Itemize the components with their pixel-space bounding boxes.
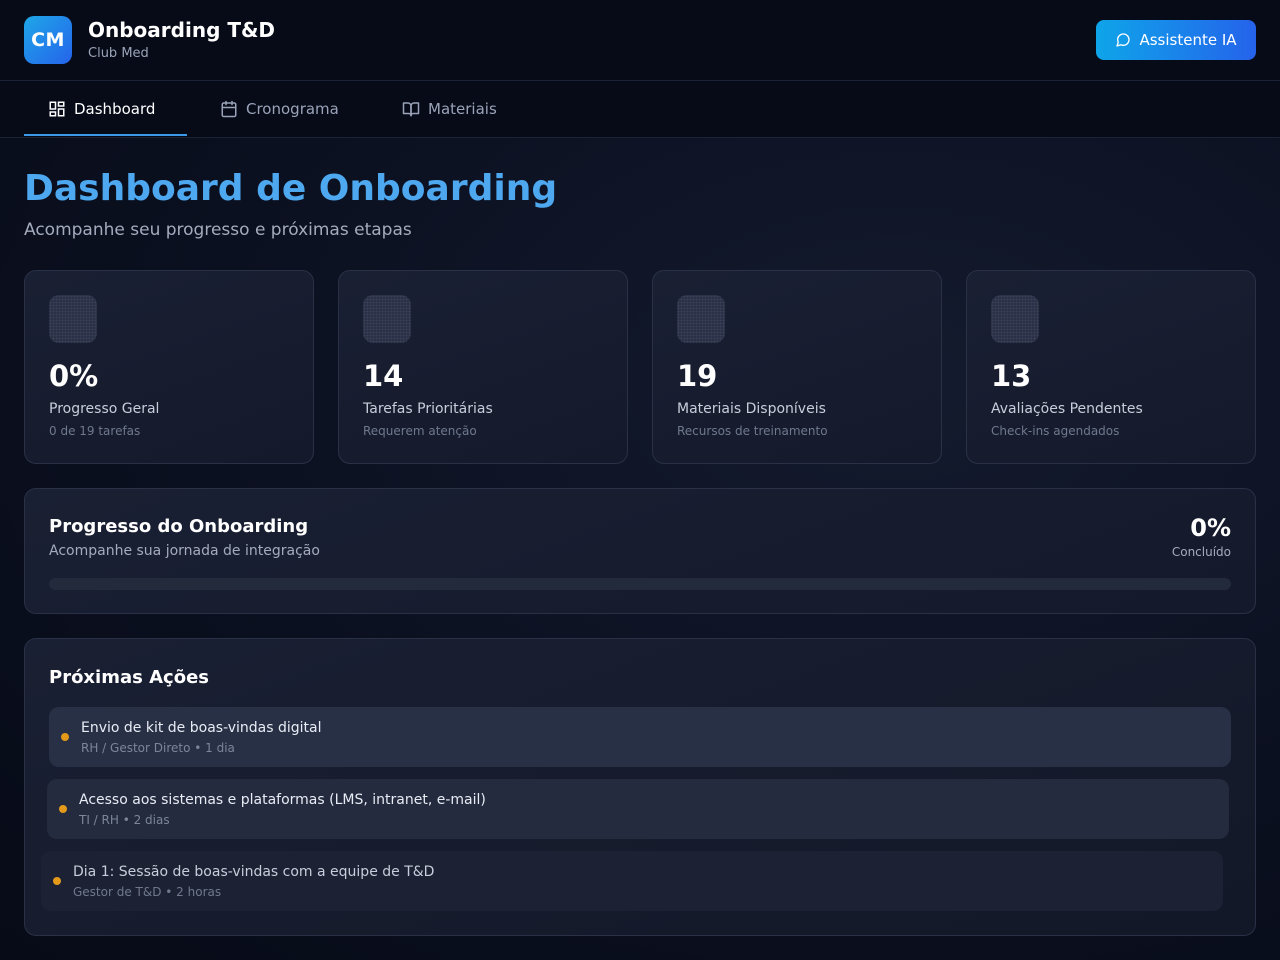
assistant-button[interactable]: Assistente IA [1096,20,1256,60]
stat-card-evaluations: 13 Avaliações Pendentes Check-ins agenda… [966,270,1256,464]
status-dot [59,805,67,813]
progress-icon [49,295,97,343]
stat-card-priority-tasks: 14 Tarefas Prioritárias Requerem atenção [338,270,628,464]
progress-subtitle: Acompanhe sua jornada de integração [49,543,320,559]
progress-percent-label: Concluído [1171,545,1231,559]
chat-bubble-icon [1115,32,1131,48]
onboarding-progress-panel: Progresso do Onboarding Acompanhe sua jo… [24,488,1256,614]
app-header: CM Onboarding T&D Club Med Assistente IA [0,0,1280,81]
evaluations-icon [991,295,1039,343]
next-actions-panel: Próximas Ações Envio de kit de boas-vind… [24,638,1256,936]
action-meta: Gestor de T&D • 2 horas [73,885,222,899]
stat-card-materials: 19 Materiais Disponíveis Recursos de tre… [652,270,942,464]
main-nav: Dashboard Cronograma Materiais [0,81,1280,138]
book-icon [402,100,420,118]
active-tab-indicator [24,134,187,136]
progress-percent: 0% [1190,514,1231,542]
stat-sublabel: Recursos de treinamento [677,424,828,438]
status-dot [61,733,69,741]
app-logo: CM [24,16,72,64]
stat-sublabel: Requerem atenção [363,424,477,438]
calendar-icon [220,100,238,118]
action-item[interactable]: Dia 1: Sessão de boas-vindas com a equip… [41,851,1223,911]
assistant-button-label: Assistente IA [1139,31,1237,49]
action-meta: RH / Gestor Direto • 1 dia [81,741,235,755]
tasks-icon [363,295,411,343]
stat-sublabel: Check-ins agendados [991,424,1120,438]
stat-label: Tarefas Prioritárias [363,401,493,417]
action-title: Dia 1: Sessão de boas-vindas com a equip… [73,864,435,880]
tab-dashboard-label: Dashboard [74,100,156,118]
app-subtitle: Club Med [88,46,149,61]
status-dot [53,877,61,885]
action-title: Acesso aos sistemas e plataformas (LMS, … [79,792,486,808]
stat-label: Materiais Disponíveis [677,401,826,417]
page-title: Dashboard de Onboarding [24,168,558,209]
stat-value: 13 [991,359,1032,393]
stat-sublabel: 0 de 19 tarefas [49,424,141,438]
app-title: Onboarding T&D [88,18,276,42]
dashboard-icon [48,100,66,118]
tab-materiais-label: Materiais [428,100,497,118]
tab-cronograma[interactable]: Cronograma [220,81,339,137]
tab-materiais[interactable]: Materiais [402,81,497,137]
action-meta: TI / RH • 2 dias [79,813,170,827]
next-actions-title: Próximas Ações [49,667,209,688]
action-title: Envio de kit de boas-vindas digital [81,720,322,736]
tab-cronograma-label: Cronograma [246,100,339,118]
stat-value: 14 [363,359,404,393]
action-item[interactable]: Acesso aos sistemas e plataformas (LMS, … [47,779,1229,839]
progress-bar [49,578,1231,590]
materials-icon [677,295,725,343]
page-subtitle: Acompanhe seu progresso e próximas etapa… [24,220,412,240]
tab-dashboard[interactable]: Dashboard [48,81,155,137]
stat-label: Progresso Geral [49,401,160,417]
stat-label: Avaliações Pendentes [991,401,1143,417]
action-item[interactable]: Envio de kit de boas-vindas digital RH /… [49,707,1231,767]
progress-title: Progresso do Onboarding [49,516,309,537]
stat-value: 19 [677,359,718,393]
stat-value: 0% [49,359,99,393]
stat-card-progress: 0% Progresso Geral 0 de 19 tarefas [24,270,314,464]
